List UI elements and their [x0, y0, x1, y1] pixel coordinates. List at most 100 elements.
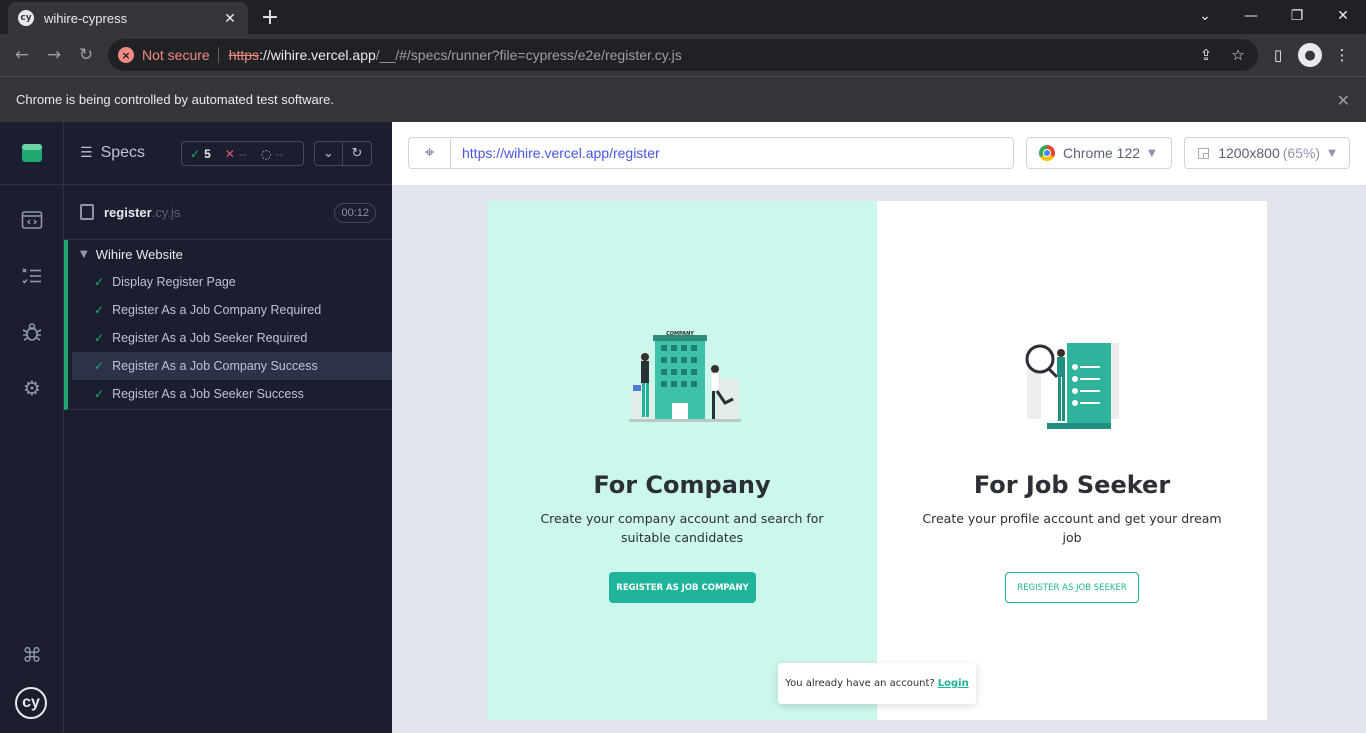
tab-search-icon[interactable]: ⌄ [1182, 0, 1228, 32]
forward-icon[interactable]: → [42, 43, 66, 67]
close-tab-icon[interactable]: ✕ [222, 10, 238, 27]
specs-label: Specs [100, 144, 146, 161]
sidebar-divider [0, 184, 64, 185]
viewport-size: 1200x800 [1218, 145, 1280, 161]
specs-toggle-button[interactable]: ☰ Specs [80, 144, 145, 162]
register-seeker-button[interactable]: REGISTER AS JOB SEEKER [1005, 572, 1139, 603]
company-building-illustration: COMPANY [629, 331, 741, 422]
chevron-down-icon: ▼ [80, 249, 88, 260]
specs-list-icon[interactable] [16, 204, 48, 236]
omnibox-divider [217, 47, 219, 63]
illustration-company-label: COMPANY [666, 331, 694, 337]
failed-count: -- [238, 146, 247, 161]
profile-avatar-icon[interactable]: ● [1298, 43, 1322, 67]
seeker-title: For Job Seeker [973, 471, 1171, 499]
browser-tab[interactable]: cy wihire-cypress ✕ [8, 2, 248, 34]
keyboard-shortcuts-icon[interactable]: ⌘ [16, 639, 48, 671]
back-icon[interactable]: ← [10, 43, 34, 67]
register-company-button[interactable]: REGISTER AS JOB COMPANY [609, 572, 756, 603]
viewport-ruler-icon: ◲ [1197, 145, 1211, 161]
url-path: /__/#/specs/runner?file=cypress/e2e/regi… [375, 47, 682, 63]
spec-file-row[interactable]: register.cy.js 00:12 [64, 185, 392, 240]
reporter-header: ☰ Specs ✓ 5 ✕ -- ◌ -- ⌄ ↻ [64, 122, 392, 185]
test-item[interactable]: ✓ Register As a Job Seeker Required [72, 324, 392, 352]
new-tab-icon[interactable]: + [258, 5, 282, 30]
test-label: Register As a Job Seeker Success [112, 387, 304, 401]
chrome-logo-icon [1039, 145, 1055, 161]
automation-infobar: Chrome is being controlled by automated … [0, 76, 1366, 122]
reload-icon[interactable]: ↻ [74, 43, 98, 67]
address-bar[interactable]: × Not secure https ://wihire.vercel.app … [108, 39, 1258, 71]
test-suite: ▼ Wihire Website ✓ Display Register Page… [64, 240, 392, 410]
company-panel: COMPANY For Company Create your company … [487, 201, 877, 720]
url-host: ://wihire.vercel.app [259, 47, 376, 63]
spec-file-name: register.cy.js [104, 205, 180, 220]
viewport-dropdown[interactable]: ◲ 1200x800 (65%) ▼ [1184, 137, 1350, 169]
suite-title: Wihire Website [95, 247, 183, 262]
reporter-panel: ☰ Specs ✓ 5 ✕ -- ◌ -- ⌄ ↻ register.cy.js… [64, 122, 392, 733]
test-item[interactable]: ✓ Register As a Job Seeker Success [72, 380, 392, 408]
restore-icon[interactable]: ❐ [1274, 0, 1320, 32]
pass-check-icon: ✓ [94, 359, 105, 373]
pass-check-icon: ✓ [94, 331, 105, 345]
cypress-sidebar: ⚙ ⌘ cy [0, 122, 64, 733]
not-secure-icon: × [118, 47, 134, 63]
spec-file-base: register [104, 205, 152, 220]
side-panel-icon[interactable]: ▯ [1266, 43, 1290, 67]
omnibox-actions: ⇪ ☆ [1194, 43, 1250, 67]
expand-collapse-button[interactable]: ⌄ [314, 141, 343, 166]
login-prompt-text: You already have an account? [785, 678, 935, 689]
chevron-down-icon: ▼ [1328, 147, 1336, 159]
menu-kebab-icon[interactable]: ⋮ [1330, 43, 1354, 67]
company-description: Create your company account and search f… [540, 511, 824, 545]
test-stats: ✓ 5 ✕ -- ◌ -- [181, 141, 304, 166]
pass-check-icon: ✓ [94, 275, 105, 289]
pending-count: -- [275, 146, 284, 161]
chevron-down-icon: ▼ [1148, 147, 1156, 159]
runs-icon[interactable] [16, 260, 48, 292]
seeker-description: Create your profile account and get your… [922, 511, 1222, 545]
url-scheme: https [228, 47, 260, 63]
suite-header[interactable]: ▼ Wihire Website [80, 247, 183, 262]
close-window-icon[interactable]: ✕ [1320, 0, 1366, 32]
company-title: For Company [593, 471, 771, 499]
login-link[interactable]: Login [938, 678, 969, 689]
login-prompt: You already have an account? Login [778, 663, 976, 704]
browser-dropdown[interactable]: Chrome 122 ▼ [1026, 137, 1172, 169]
specs-list-toggle-icon: ☰ [80, 145, 93, 161]
test-label: Register As a Job Seeker Required [112, 331, 308, 345]
spec-file-ext: .cy.js [151, 205, 181, 220]
passed-count: 5 [204, 146, 211, 161]
document-icon [80, 204, 94, 220]
aut-header: ⌖ https://wihire.vercel.app/register Chr… [392, 122, 1366, 185]
security-label[interactable]: Not secure [142, 47, 210, 63]
bookmark-star-icon[interactable]: ☆ [1226, 43, 1250, 67]
test-item[interactable]: ✓ Register As a Job Company Required [72, 296, 392, 324]
cypress-logo-icon[interactable]: cy [15, 687, 47, 719]
test-item[interactable]: ✓ Display Register Page [72, 268, 392, 296]
rerun-tests-button[interactable]: ↻ [343, 141, 372, 166]
test-label: Register As a Job Company Required [112, 303, 322, 317]
cypress-favicon-icon: cy [18, 10, 34, 26]
selector-playground-crosshair-icon[interactable]: ⌖ [408, 137, 450, 169]
tab-title: wihire-cypress [44, 10, 128, 26]
test-label: Register As a Job Company Success [112, 359, 318, 373]
debug-bug-icon[interactable] [16, 316, 48, 348]
seeker-panel: For Job Seeker Create your profile accou… [877, 201, 1267, 720]
test-label: Display Register Page [112, 275, 236, 289]
passed-check-icon: ✓ [190, 146, 201, 161]
minimize-icon[interactable]: — [1228, 0, 1274, 32]
title-bar: cy wihire-cypress ✕ + ⌄ — ❐ ✕ [0, 0, 1366, 34]
aut-url-field[interactable]: https://wihire.vercel.app/register [450, 137, 1014, 169]
job-seeker-illustration [1025, 343, 1119, 429]
test-item-selected[interactable]: ✓ Register As a Job Company Success [72, 352, 392, 380]
project-logo-icon[interactable] [16, 137, 48, 169]
share-icon[interactable]: ⇪ [1194, 43, 1218, 67]
settings-gear-icon[interactable]: ⚙ [16, 372, 48, 404]
pass-check-icon: ✓ [94, 303, 105, 317]
failed-x-icon: ✕ [224, 146, 235, 161]
browser-toolbar: ← → ↻ × Not secure https ://wihire.verce… [0, 34, 1366, 76]
close-infobar-icon[interactable]: ✕ [1337, 91, 1350, 110]
pending-circle-icon: ◌ [260, 146, 272, 161]
pass-check-icon: ✓ [94, 387, 105, 401]
